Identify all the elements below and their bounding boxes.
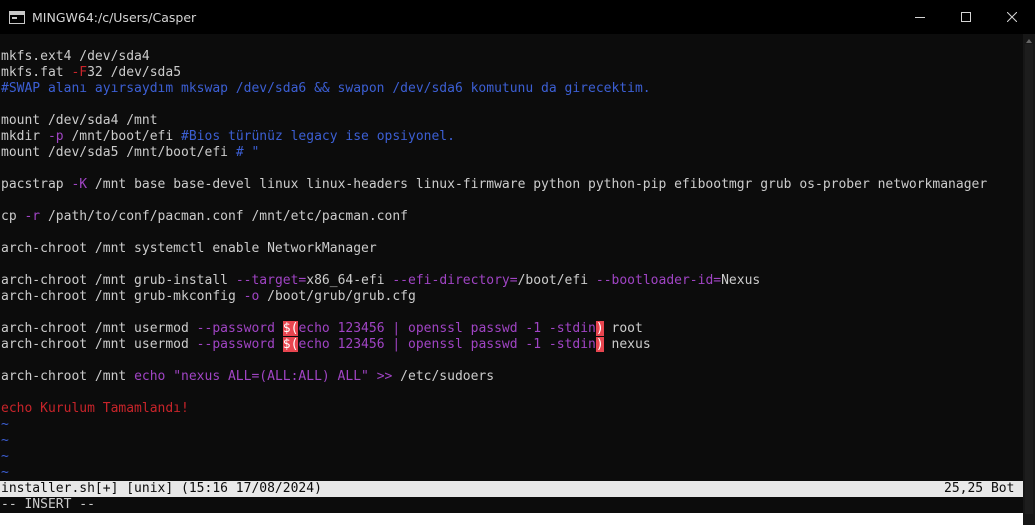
- code-token: -r: [24, 209, 41, 224]
- code-token: --target=: [235, 273, 307, 288]
- vim-mode-indicator: -- INSERT --: [1, 497, 95, 512]
- code-token: ): [595, 321, 604, 336]
- code-token: $(: [282, 337, 299, 352]
- minimize-icon: [915, 17, 925, 18]
- close-button[interactable]: [989, 0, 1035, 34]
- terminal-content[interactable]: mkfs.ext4 /dev/sda4 mkfs.fat -F32 /dev/sd…: [0, 34, 1023, 525]
- code-token: pacstrap: [1, 177, 72, 192]
- editor-line[interactable]: ~: [1, 449, 9, 465]
- title-bar[interactable]: MINGW64:/c/Users/Casper: [0, 0, 1035, 34]
- editor-line[interactable]: echo Kurulum Tamamlandı!: [1, 401, 189, 417]
- code-token: echo 123456 | openssl passwd -1 -stdin: [298, 321, 596, 336]
- status-file-info: installer.sh[+] [unix] (15:16 17/08/2024…: [1, 481, 322, 496]
- editor-line[interactable]: pacstrap -K /mnt base base-devel linux l…: [1, 177, 987, 193]
- code-token: arch-chroot /mnt usermod: [1, 337, 197, 352]
- close-icon: [1007, 12, 1017, 22]
- vim-statusline: installer.sh[+] [unix] (15:16 17/08/2024…: [0, 481, 1023, 497]
- code-token: arch-chroot /mnt usermod: [1, 321, 197, 336]
- code-token: echo "nexus ALL=(ALL:ALL) ALL" >>: [134, 369, 393, 384]
- maximize-icon: [961, 12, 971, 22]
- code-token: Nexus: [721, 273, 761, 288]
- editor-line[interactable]: arch-chroot /mnt usermod --password $(ec…: [1, 337, 651, 353]
- code-token: --password: [196, 337, 275, 352]
- editor-line[interactable]: mount /dev/sda4 /mnt: [1, 113, 158, 129]
- code-token: nexus: [603, 337, 651, 352]
- code-token: arch-chroot /mnt systemctl enable Networ…: [1, 241, 377, 256]
- code-token: -K: [71, 177, 88, 192]
- editor-line[interactable]: cp -r /path/to/conf/pacman.conf /mnt/etc…: [1, 209, 408, 225]
- code-token: cp: [1, 209, 25, 224]
- editor-line[interactable]: #SWAP alanı ayırsaydım mkswap /dev/sda6 …: [1, 81, 651, 97]
- code-token: # ": [235, 145, 260, 160]
- code-token: mount /dev/sda4 /mnt: [1, 113, 158, 128]
- code-token: x86_64-efi: [306, 273, 393, 288]
- editor-line[interactable]: mkdir -p /mnt/boot/efi #Bios türünüz leg…: [1, 129, 455, 145]
- code-token: /mnt/boot/efi: [63, 129, 182, 144]
- code-token: mkfs.ext4 /dev/sda4: [1, 49, 150, 64]
- code-token: /boot/efi: [517, 273, 596, 288]
- code-token: echo 123456 | openssl passwd -1 -stdin: [298, 337, 596, 352]
- editor-line[interactable]: mkfs.ext4 /dev/sda4: [1, 49, 150, 65]
- code-token: -p: [47, 129, 64, 144]
- editor-line[interactable]: arch-chroot /mnt grub-install --target=x…: [1, 273, 760, 289]
- maximize-button[interactable]: [943, 0, 989, 34]
- code-token: /boot/grub/grub.cfg: [259, 289, 416, 304]
- editor-line[interactable]: ~: [1, 433, 9, 449]
- editor-line[interactable]: arch-chroot /mnt echo "nexus ALL=(ALL:AL…: [1, 369, 494, 385]
- status-cursor-position: 25,25 Bot: [944, 481, 1015, 496]
- code-token: root: [603, 321, 643, 336]
- code-token: mount /dev/sda5 /mnt/boot/efi: [1, 145, 236, 160]
- terminal-window: MINGW64:/c/Users/Casper mkfs.ext4 /dev/s…: [0, 0, 1035, 525]
- code-token: 32 /dev/sda5: [87, 65, 182, 80]
- code-token: --password: [196, 321, 275, 336]
- code-token: --efi-directory=: [392, 273, 518, 288]
- editor-line[interactable]: mkfs.fat -F32 /dev/sda5: [1, 65, 181, 81]
- empty-line-marker: ~: [1, 449, 9, 464]
- editor-line[interactable]: arch-chroot /mnt usermod --password $(ec…: [1, 321, 643, 337]
- code-token: /path/to/conf/pacman.conf /mnt/etc/pacma…: [40, 209, 408, 224]
- code-token: /mnt base base-devel linux linux-headers…: [87, 177, 988, 192]
- code-token: /etc/sudoers: [392, 369, 495, 384]
- window-controls: [897, 0, 1035, 34]
- code-token: --bootloader-id=: [595, 273, 722, 288]
- console-icon[interactable]: [9, 10, 25, 24]
- code-token: -o: [243, 289, 260, 304]
- editor-line[interactable]: arch-chroot /mnt systemctl enable Networ…: [1, 241, 377, 257]
- empty-line-marker: ~: [1, 417, 9, 432]
- editor-line[interactable]: mount /dev/sda5 /mnt/boot/efi # ": [1, 145, 259, 161]
- input-line[interactable]: [0, 513, 1023, 525]
- code-token: arch-chroot /mnt: [1, 369, 135, 384]
- editor-line[interactable]: arch-chroot /mnt grub-mkconfig -o /boot/…: [1, 289, 416, 305]
- minimize-button[interactable]: [897, 0, 943, 34]
- scroll-up-arrow-icon[interactable]: [1026, 39, 1032, 43]
- code-token: -F: [71, 65, 88, 80]
- code-token: mkfs.fat: [1, 65, 72, 80]
- code-token: $(: [282, 321, 299, 336]
- code-token: ): [595, 337, 604, 352]
- code-token: arch-chroot /mnt grub-install: [1, 273, 236, 288]
- scrollbar-thumb[interactable]: [1025, 44, 1033, 514]
- empty-line-marker: ~: [1, 465, 9, 480]
- editor-line[interactable]: ~: [1, 417, 9, 433]
- code-token: arch-chroot /mnt grub-mkconfig: [1, 289, 244, 304]
- editor-line[interactable]: ~: [1, 465, 9, 481]
- code-token: #SWAP alanı ayırsaydım mkswap /dev/sda6 …: [1, 81, 651, 96]
- code-token: #Bios türünüz legacy ise opsiyonel.: [181, 129, 455, 144]
- code-token: echo Kurulum Tamamlandı!: [1, 401, 189, 416]
- window-title: MINGW64:/c/Users/Casper: [32, 9, 197, 25]
- empty-line-marker: ~: [1, 433, 9, 448]
- code-token: mkdir: [1, 129, 48, 144]
